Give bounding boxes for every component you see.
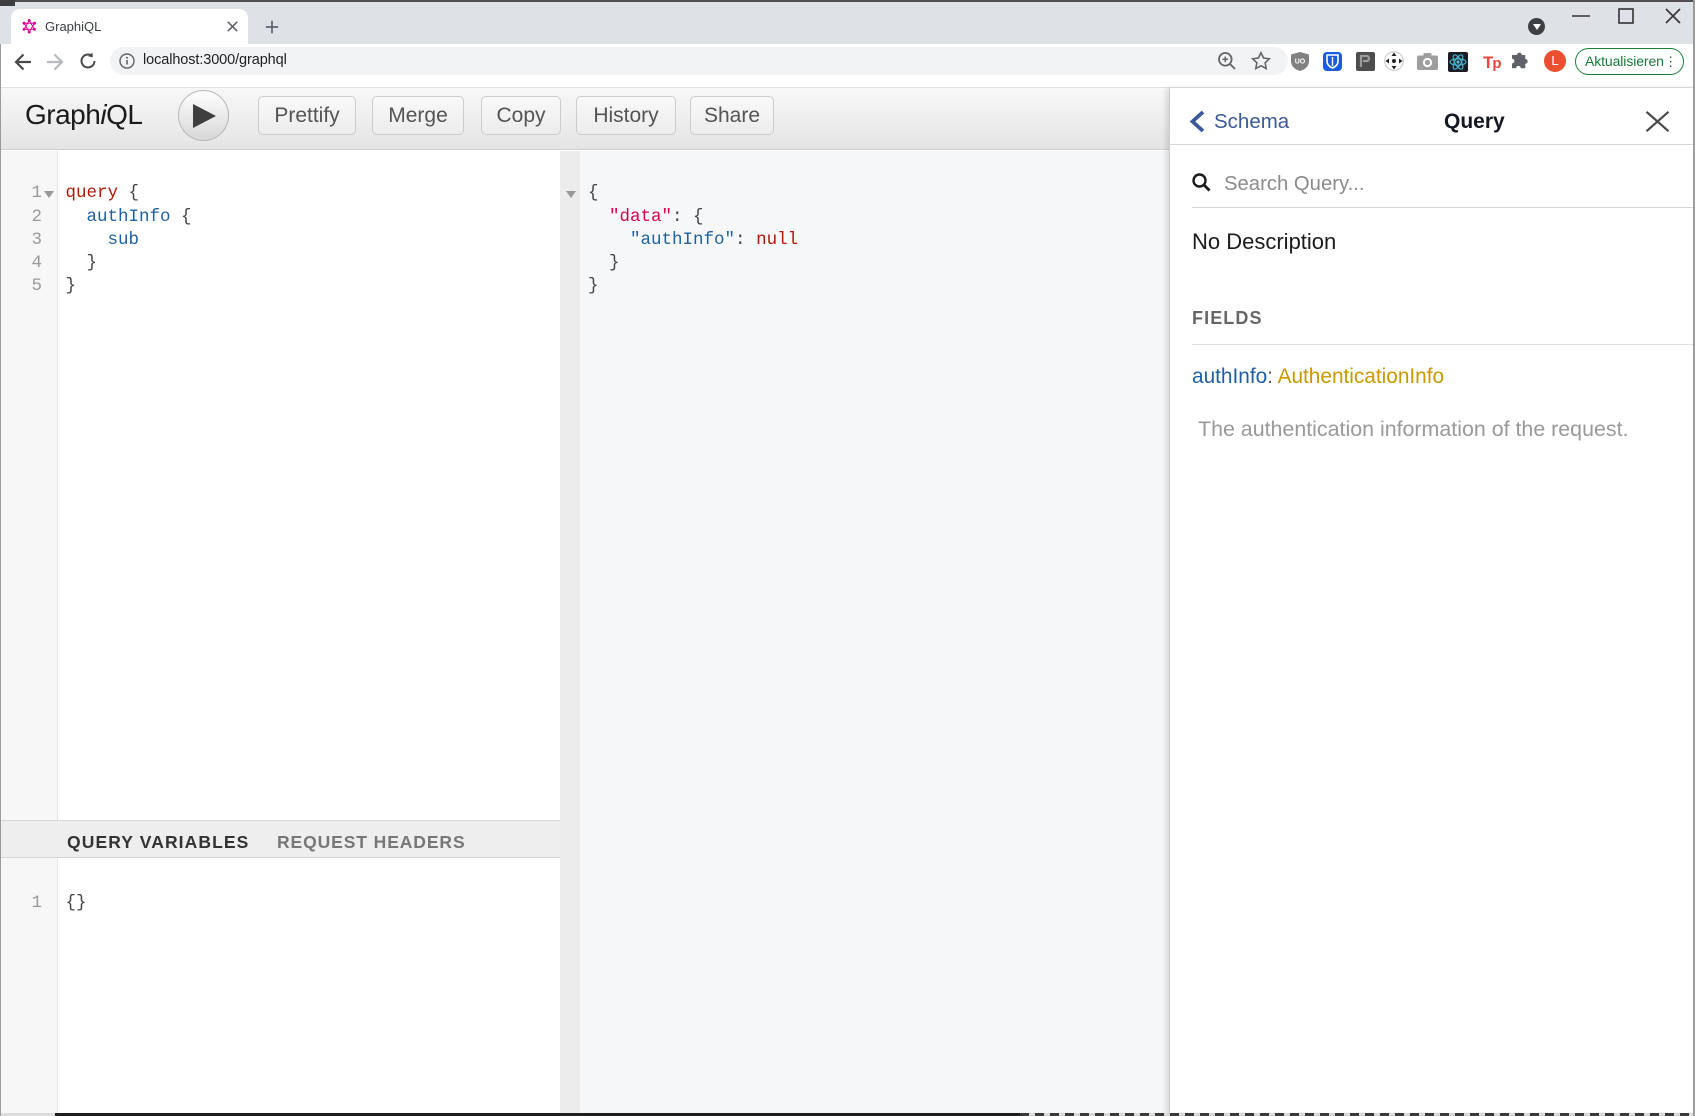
svg-text:UO: UO: [1295, 59, 1306, 66]
